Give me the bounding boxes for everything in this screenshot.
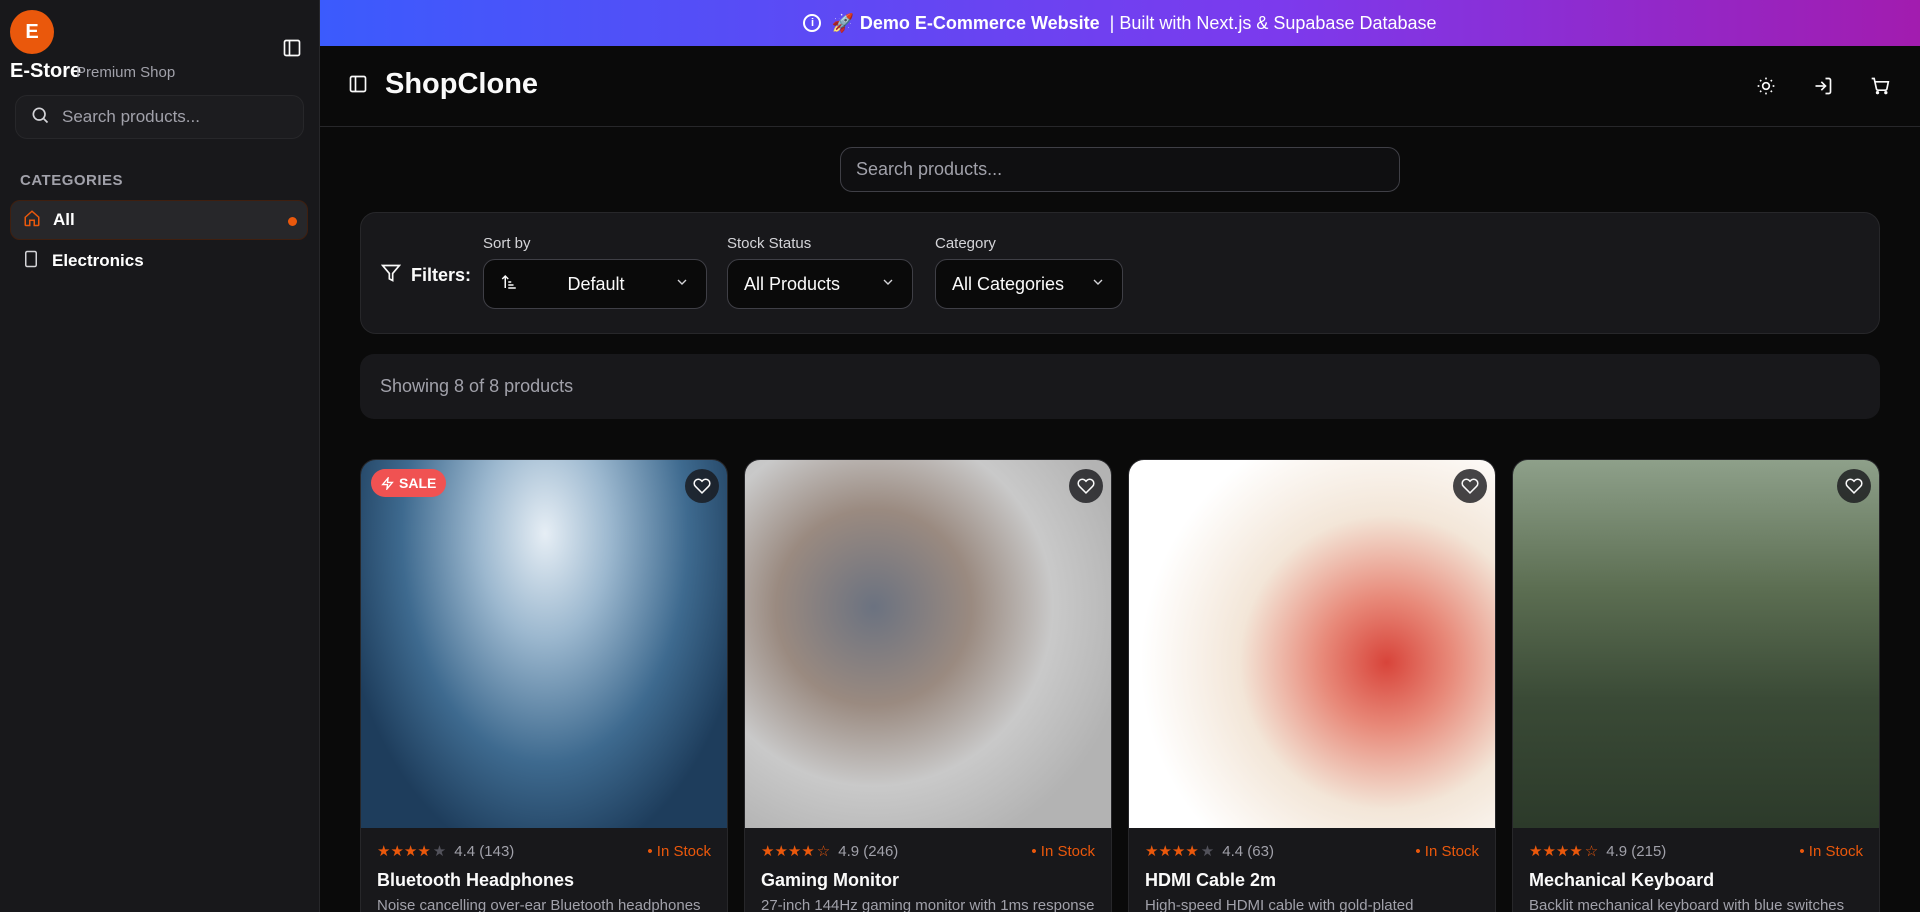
main-content: i 🚀 Demo E-Commerce Website | Built with…	[320, 0, 1920, 912]
product-card[interactable]: ★★★★ ★ 4.4 (63) • In Stock HDMI Cable 2m H…	[1128, 459, 1496, 912]
active-indicator-dot	[288, 217, 297, 226]
sidebar-item-electronics[interactable]: Electronics	[10, 241, 308, 281]
banner-subtitle: | Built with Next.js & Supabase Database	[1109, 12, 1437, 33]
sidebar-search-input[interactable]: Search products...	[15, 95, 304, 139]
brand-logo[interactable]: E	[10, 10, 54, 54]
product-description: Backlit mechanical keyboard with blue sw…	[1529, 897, 1845, 912]
filter-icon	[380, 263, 402, 288]
brand-name: E-Store	[10, 60, 82, 82]
product-image[interactable]	[1129, 460, 1495, 828]
sidebar: E E-Store Premium Shop Search products..…	[0, 0, 320, 912]
star-rating: ★★★★ ★ 4.4 (143)	[377, 842, 515, 861]
wishlist-heart-icon[interactable]	[685, 469, 719, 503]
product-name[interactable]: Mechanical Keyboard	[1513, 860, 1879, 891]
page-title: ShopClone	[385, 68, 539, 100]
stock-status: • In Stock	[1031, 842, 1095, 860]
product-card[interactable]: ★★★★ ☆ 4.9 (215) • In Stock Mechanical Key…	[1512, 459, 1880, 912]
product-image[interactable]	[745, 460, 1111, 828]
home-icon	[23, 209, 41, 232]
star-rating: ★★★★ ☆ 4.9 (215)	[1529, 842, 1667, 861]
sort-group: Sort by Default	[483, 235, 707, 309]
product-grid: SALE ★★★★ ★ 4.4 (143) • In Stock Bluetooth…	[360, 459, 1880, 912]
wishlist-heart-icon[interactable]	[1069, 469, 1103, 503]
stock-value: All Products	[744, 273, 841, 294]
sidebar-item-all[interactable]: All	[10, 200, 308, 240]
filters-panel: Filters: Sort by Default Stock Status Al…	[360, 212, 1880, 334]
sidebar-item-label: Electronics	[52, 251, 144, 270]
stock-status: • In Stock	[1415, 842, 1479, 860]
product-description: Noise cancelling over-ear Bluetooth head…	[377, 897, 701, 912]
category-label: Category	[935, 235, 996, 252]
sort-select[interactable]: Default	[483, 259, 707, 309]
search-icon	[30, 105, 50, 130]
sort-ascending-icon	[500, 273, 518, 296]
category-group: Category All Categories	[935, 235, 1123, 309]
product-name[interactable]: Bluetooth Headphones	[361, 860, 727, 891]
panel-toggle-icon[interactable]	[348, 74, 368, 99]
results-count: Showing 8 of 8 products	[360, 354, 1880, 419]
sort-label: Sort by	[483, 235, 531, 252]
stock-select[interactable]: All Products	[727, 259, 913, 309]
filters-label: Filters:	[380, 263, 471, 288]
login-icon[interactable]	[1811, 74, 1835, 98]
stock-status: • In Stock	[1799, 842, 1863, 860]
product-name[interactable]: Gaming Monitor	[745, 860, 1111, 891]
search-placeholder: Search products...	[856, 159, 1003, 179]
sort-value: Default	[567, 273, 625, 294]
tablet-icon	[22, 250, 40, 273]
categories-heading: CATEGORIES	[20, 172, 124, 189]
sidebar-toggle-icon[interactable]	[280, 36, 304, 60]
banner-title: Demo E-Commerce Website	[859, 12, 1100, 33]
chevron-down-icon	[674, 274, 690, 295]
product-image[interactable]: SALE	[361, 460, 727, 828]
product-image[interactable]	[1513, 460, 1879, 828]
product-name[interactable]: HDMI Cable 2m	[1129, 860, 1495, 891]
sale-badge: SALE	[371, 469, 447, 497]
rocket-icon: 🚀	[831, 12, 854, 33]
top-header: ShopClone	[320, 46, 1920, 127]
product-card[interactable]: SALE ★★★★ ★ 4.4 (143) • In Stock Bluetooth…	[360, 459, 728, 912]
product-description: 27-inch 144Hz gaming monitor with 1ms re…	[761, 897, 1095, 912]
sidebar-item-label: All	[53, 210, 75, 229]
stock-label: Stock Status	[727, 235, 812, 252]
wishlist-heart-icon[interactable]	[1837, 469, 1871, 503]
category-value: All Categories	[952, 273, 1065, 294]
star-rating: ★★★★ ☆ 4.9 (246)	[761, 842, 899, 861]
info-icon: i	[803, 14, 822, 32]
stock-group: Stock Status All Products	[727, 235, 913, 309]
product-card[interactable]: ★★★★ ☆ 4.9 (246) • In Stock Gaming Monitor…	[744, 459, 1112, 912]
stock-status: • In Stock	[647, 842, 711, 860]
search-input[interactable]: Search products...	[840, 147, 1400, 192]
demo-banner: i 🚀 Demo E-Commerce Website | Built with…	[320, 0, 1920, 46]
brand-subtitle: Premium Shop	[76, 64, 176, 81]
sun-icon[interactable]	[1754, 74, 1778, 98]
chevron-down-icon	[880, 274, 896, 295]
category-select[interactable]: All Categories	[935, 259, 1123, 309]
lightning-icon	[381, 476, 394, 490]
product-description: High-speed HDMI cable with gold-plated	[1145, 897, 1414, 912]
chevron-down-icon	[1090, 274, 1106, 295]
wishlist-heart-icon[interactable]	[1453, 469, 1487, 503]
star-rating: ★★★★ ★ 4.4 (63)	[1145, 842, 1274, 861]
cart-icon[interactable]	[1868, 74, 1892, 98]
sidebar-search-placeholder: Search products...	[62, 107, 200, 126]
